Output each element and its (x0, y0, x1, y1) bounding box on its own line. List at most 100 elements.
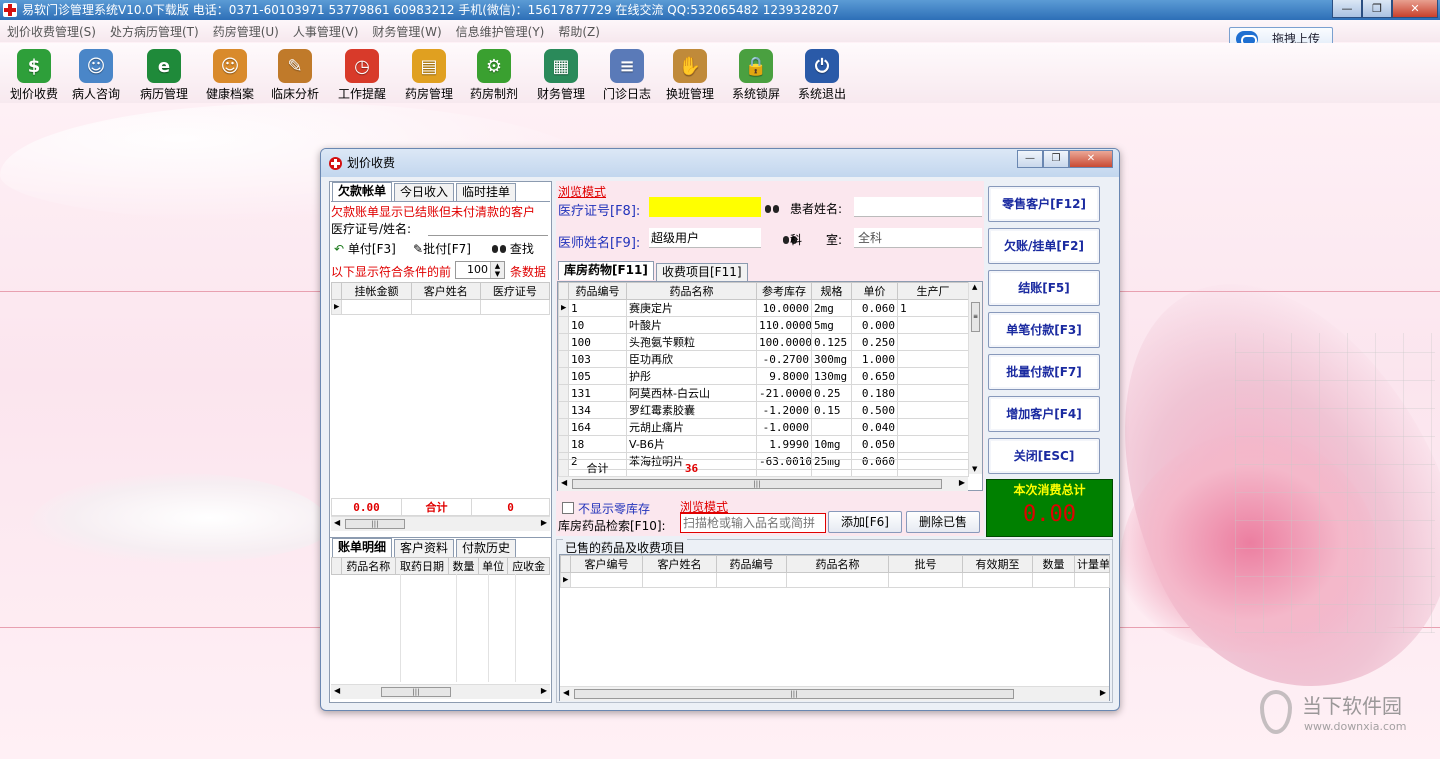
bill-detail-table[interactable]: 药品名称 取药日期 数量 单位 应收金 (331, 557, 550, 575)
tab-temp-orders[interactable]: 临时挂单 (456, 183, 517, 201)
tab-storage-drugs[interactable]: 库房药物[F11] (558, 261, 654, 280)
toolbar-button-11[interactable]: 🔒 系统锁屏 (724, 47, 788, 103)
dialog-close-button[interactable]: ✕ (1069, 150, 1113, 168)
tab-today-income[interactable]: 今日收入 (394, 183, 455, 201)
card-no-input[interactable] (649, 197, 761, 217)
col-sold-drug-name[interactable]: 药品名称 (786, 555, 889, 573)
add-button[interactable]: 添加[F6] (828, 511, 902, 533)
maximize-button[interactable]: ❐ (1362, 0, 1392, 18)
col-pickup-date[interactable]: 取药日期 (394, 557, 450, 575)
tab-fee-items[interactable]: 收费项目[F11] (656, 263, 748, 281)
doctor-name-input[interactable]: 超级用户 (649, 228, 761, 248)
col-sold-expiry[interactable]: 有效期至 (962, 555, 1033, 573)
batch-payment-button[interactable]: 批量付款[F7] (988, 354, 1100, 390)
drug-hscrollbar[interactable]: ◀ ||| ▶ (558, 476, 968, 491)
col-unit-price[interactable]: 单价 (851, 282, 898, 300)
col-card-no[interactable]: 医疗证号 (479, 282, 551, 300)
col-spec[interactable]: 规格 (811, 282, 852, 300)
toolbar-button-7[interactable]: ⚙ 药房制剂 (462, 47, 526, 103)
drug-cell: 10mg (811, 435, 852, 453)
detail-hscrollbar[interactable]: ◀ ||| ▶ (331, 684, 550, 699)
close-dialog-button[interactable]: 关闭[ESC] (988, 438, 1100, 474)
drug-row[interactable]: 10 叶酸片 110.0000 5mg 0.000 (558, 316, 969, 334)
toolbar-button-5[interactable]: ◷ 工作提醒 (330, 47, 394, 103)
drug-row[interactable]: 18 V-B6片 1.9990 10mg 0.050 (558, 435, 969, 453)
search-input[interactable] (428, 220, 548, 236)
patient-name-input[interactable] (854, 197, 982, 217)
toolbar-button-3[interactable]: ☺ 健康档案 (198, 47, 262, 103)
col-customer-name[interactable]: 客户姓名 (410, 282, 481, 300)
hide-zero-checkbox[interactable] (562, 502, 574, 514)
drug-search-input[interactable] (680, 513, 826, 533)
toolbar-button-9[interactable]: ≡ 门诊日志 (595, 47, 659, 103)
stepper-arrows-icon[interactable]: ▲ ▼ (490, 262, 504, 278)
col-ref-stock[interactable]: 参考库存 (756, 282, 812, 300)
minimize-button[interactable]: — (1332, 0, 1362, 18)
tab-customer-info[interactable]: 客户资料 (394, 539, 455, 557)
col-unit[interactable]: 单位 (477, 557, 509, 575)
sold-hscrollbar[interactable]: ◀ ||| ▶ (560, 686, 1109, 701)
close-button[interactable]: ✕ (1392, 0, 1438, 18)
record-count-stepper[interactable]: 100 ▲ ▼ (455, 261, 505, 279)
toolbar-button-8[interactable]: ▦ 财务管理 (529, 47, 593, 103)
tab-bill-detail[interactable]: 账单明细 (332, 538, 393, 557)
debt-hscrollbar[interactable]: ◀ ||| ▶ (331, 516, 550, 531)
toolbar-button-1[interactable]: ☺ 病人咨询 (64, 47, 128, 103)
drug-vscrollbar[interactable]: ▲ ≡ ▼ (968, 282, 982, 474)
toolbar-button-10[interactable]: ✋ 换班管理 (658, 47, 722, 103)
dialog-minimize-button[interactable]: — (1017, 150, 1043, 168)
add-customer-button[interactable]: 增加客户[F4] (988, 396, 1100, 432)
menu-info-maintenance[interactable]: 信息维护管理(Y) (449, 23, 552, 40)
drug-table[interactable]: 药品编号 药品名称 参考库存 规格 单价 生产厂 ▶ 1 赛庚定片 10.0000 2m… (558, 282, 969, 470)
drug-row[interactable]: 103 臣功再欣 -0.2700 300mg 1.000 (558, 350, 969, 368)
checkout-button[interactable]: 结账[F5] (988, 270, 1100, 306)
col-debt-amount[interactable]: 挂帐金额 (341, 282, 412, 300)
dept-select[interactable]: 全科 (854, 228, 982, 248)
toolbar-button-2[interactable]: e 病历管理 (132, 47, 196, 103)
find-action[interactable]: 查找 (492, 240, 534, 257)
menu-personnel[interactable]: 人事管理(V) (286, 23, 366, 40)
drug-row[interactable]: 100 头孢氨苄颗粒 100.0000 0.125 0.250 (558, 333, 969, 351)
col-sold-customer-code[interactable]: 客户编号 (570, 555, 643, 573)
col-sold-drug-code[interactable]: 药品编号 (716, 555, 787, 573)
menu-help[interactable]: 帮助(Z) (551, 23, 607, 40)
col-drug-name[interactable]: 药品名称 (626, 282, 757, 300)
single-pay-action[interactable]: ↶ 单付[F3] (334, 240, 396, 257)
batch-pay-action[interactable]: ✎批付[F7] (413, 240, 471, 257)
card-search-icon[interactable] (765, 203, 779, 213)
toolbar-button-6[interactable]: ▤ 药房管理 (397, 47, 461, 103)
drug-row[interactable]: 164 元胡止痛片 -1.0000 0.040 (558, 418, 969, 436)
delete-sold-button[interactable]: 删除已售 (906, 511, 980, 533)
col-qty[interactable]: 数量 (448, 557, 479, 575)
tab-payment-history[interactable]: 付款历史 (456, 539, 517, 557)
col-manufacturer[interactable]: 生产厂 (897, 282, 969, 300)
col-sold-unit[interactable]: 计量单 (1074, 555, 1110, 573)
drug-row[interactable]: 105 护彤 9.8000 130mg 0.650 (558, 367, 969, 385)
toolbar-button-12[interactable]: ⏻ 系统退出 (790, 47, 854, 103)
col-drug-code[interactable]: 药品编号 (568, 282, 627, 300)
drug-row[interactable]: 131 阿莫西林-白云山 -21.0000 0.25 0.180 (558, 384, 969, 402)
debt-hold-button[interactable]: 欠账/挂单[F2] (988, 228, 1100, 264)
drug-row[interactable]: 134 罗红霉素胶囊 -1.2000 0.15 0.500 (558, 401, 969, 419)
toolbar-button-0[interactable]: $ 划价收费 (2, 47, 66, 103)
single-payment-button[interactable]: 单笔付款[F3] (988, 312, 1100, 348)
menu-finance[interactable]: 财务管理(W) (365, 23, 448, 40)
col-receivable[interactable]: 应收金 (507, 557, 550, 575)
sold-items-table[interactable]: 客户编号 客户姓名 药品编号 药品名称 批号 有效期至 数量 计量单 ▶ (560, 555, 1110, 588)
clipboard-icon: ✎ (278, 49, 312, 83)
debt-table[interactable]: 挂帐金额 客户姓名 医疗证号 ▶ (330, 282, 551, 315)
col-sold-batch[interactable]: 批号 (888, 555, 963, 573)
menu-prescription[interactable]: 处方病历管理(T) (103, 23, 206, 40)
menu-billing[interactable]: 划价收费管理(S) (0, 23, 103, 40)
col-drug-name[interactable]: 药品名称 (341, 557, 396, 575)
sold-grid-frame: 客户编号 客户姓名 药品编号 药品名称 批号 有效期至 数量 计量单 ▶ ◀ |… (559, 554, 1110, 701)
col-sold-qty[interactable]: 数量 (1032, 555, 1075, 573)
dialog-maximize-button[interactable]: ❐ (1043, 150, 1069, 168)
col-sold-customer-name[interactable]: 客户姓名 (642, 555, 717, 573)
menu-pharmacy[interactable]: 药房管理(U) (206, 23, 286, 40)
drug-cell: 0.040 (851, 418, 898, 436)
tab-debt-bills[interactable]: 欠款帐单 (332, 182, 393, 201)
drug-row[interactable]: ▶ 1 赛庚定片 10.0000 2mg 0.060 1 (558, 299, 969, 317)
toolbar-button-4[interactable]: ✎ 临床分析 (263, 47, 327, 103)
retail-customer-button[interactable]: 零售客户[F12] (988, 186, 1100, 222)
